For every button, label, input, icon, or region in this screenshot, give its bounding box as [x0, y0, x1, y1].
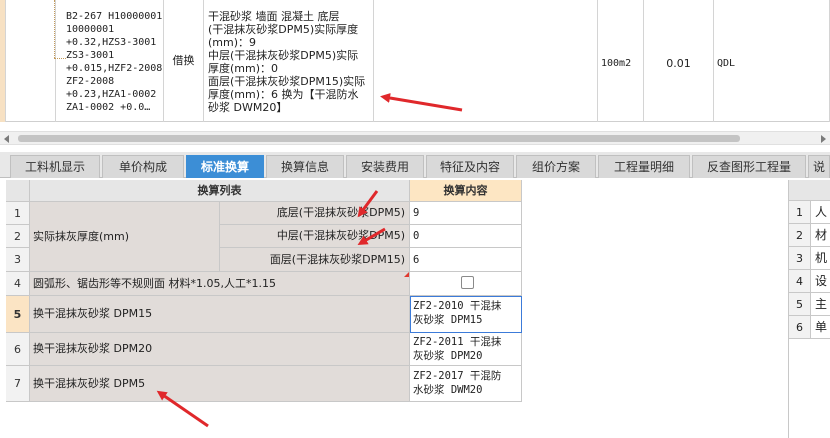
- item-name-cell[interactable]: 干混砂浆 墙面 混凝土 底层 (干混抹灰砂浆DPM5)实际厚度 (mm)：9 中…: [204, 0, 374, 122]
- middle-layer-thickness-input[interactable]: 0: [410, 225, 522, 248]
- tree-line: [54, 0, 55, 58]
- replace-dpm5-value[interactable]: ZF2-2017 干混防 水砂浆 DWM20: [410, 366, 522, 402]
- code-line: ZF2-2008: [66, 76, 115, 87]
- resource-row-label[interactable]: 材: [811, 224, 830, 247]
- row-number[interactable]: 2: [6, 225, 30, 248]
- tab-installation-cost[interactable]: 安装费用: [346, 155, 424, 178]
- horizontal-scrollbar[interactable]: [0, 131, 830, 145]
- name-line: 砂浆 DWM20】: [208, 101, 288, 114]
- tab-conversion-info[interactable]: 换算信息: [266, 155, 344, 178]
- row-number[interactable]: 4: [789, 270, 811, 293]
- conversion-content-header: 换算内容: [410, 180, 522, 202]
- scroll-thumb[interactable]: [18, 135, 740, 142]
- tree-column: [6, 0, 66, 122]
- value-line: 水砂浆 DWM20: [413, 384, 483, 396]
- name-line: 厚度(mm)：6 换为【干混防水: [208, 88, 359, 101]
- resource-row-label[interactable]: 主: [811, 293, 830, 316]
- row-number[interactable]: 3: [789, 247, 811, 270]
- tab-features-content[interactable]: 特征及内容: [426, 155, 514, 178]
- tab-description[interactable]: 说: [808, 155, 830, 178]
- code-line: ZA1-0002 +0.0…: [66, 102, 151, 113]
- code-line: +0.23,HZA1-0002: [66, 89, 157, 100]
- unit-cell[interactable]: 100m2: [598, 0, 644, 122]
- surface-layer-label: 面层(干混抹灰砂浆DPM15): [220, 248, 410, 272]
- replace-dpm20-value[interactable]: ZF2-2011 干混抹 灰砂浆 DPM20: [410, 333, 522, 366]
- quota-item-row[interactable]: B2-267 H10000001 10000001 +0.32,HZS3-300…: [0, 0, 830, 122]
- cell-marker-icon: [404, 272, 409, 277]
- row-number[interactable]: 4: [6, 272, 30, 296]
- code-line: 10000001: [66, 24, 115, 35]
- quantity-cell[interactable]: 0.01: [644, 0, 714, 122]
- tab-pricing-plan[interactable]: 组价方案: [516, 155, 596, 178]
- tab-standard-conversion[interactable]: 标准换算: [186, 155, 264, 178]
- code-line: +0.32,HZS3-3001: [66, 37, 157, 48]
- row-number[interactable]: 1: [789, 201, 811, 224]
- item-type-cell[interactable]: 借换: [164, 0, 204, 122]
- value-line: ZF2-2010 干混抹: [413, 300, 502, 312]
- row-number[interactable]: 1: [6, 202, 30, 225]
- surface-layer-thickness-input[interactable]: 6: [410, 248, 522, 272]
- irregular-surface-cell: [410, 272, 522, 296]
- row-number[interactable]: 2: [789, 224, 811, 247]
- name-line: 厚度(mm)：0: [208, 62, 279, 75]
- bottom-layer-label: 底层(干混抹灰砂浆DPM5): [220, 202, 410, 225]
- conversion-grid: 换算列表 换算内容 1 2 3 4 5 6 7 实际抹灰厚度(mm) 底层(干混…: [6, 180, 522, 402]
- tab-unit-price[interactable]: 单价构成: [102, 155, 184, 178]
- name-line: 面层(干混抹灰砂浆DPM15)实际: [208, 75, 366, 88]
- tab-labor-material-machine[interactable]: 工料机显示: [10, 155, 100, 178]
- tab-quantity-detail[interactable]: 工程量明细: [598, 155, 690, 178]
- thickness-group-label: 实际抹灰厚度(mm): [30, 202, 220, 272]
- row-number[interactable]: 6: [789, 316, 811, 339]
- replace-dpm15-label: 换干混抹灰砂浆 DPM15: [30, 296, 410, 333]
- code-line: ZS3-3001: [66, 50, 115, 61]
- tab-reverse-graphic-quantity[interactable]: 反查图形工程量: [692, 155, 806, 178]
- value-line: 灰砂浆 DPM20: [413, 350, 483, 362]
- detail-tab-bar: 工料机显示 单价构成 标准换算 换算信息 安装费用 特征及内容 组价方案 工程量…: [0, 152, 830, 178]
- resource-panel: 1 人 2 材 3 机 4 设 5 主 6 单: [788, 180, 830, 438]
- resource-row-label[interactable]: 机: [811, 247, 830, 270]
- value-line: ZF2-2011 干混抹: [413, 336, 502, 348]
- row-number[interactable]: 3: [6, 248, 30, 272]
- row-number[interactable]: 7: [6, 366, 30, 402]
- item-code-cell[interactable]: B2-267 H10000001 10000001 +0.32,HZS3-300…: [56, 0, 164, 122]
- row-number[interactable]: 5: [789, 293, 811, 316]
- scroll-right-icon[interactable]: [821, 135, 826, 143]
- resource-panel-header: [789, 180, 830, 201]
- scroll-left-icon[interactable]: [4, 135, 9, 143]
- replace-dpm20-label: 换干混抹灰砂浆 DPM20: [30, 333, 410, 366]
- value-line: ZF2-2017 干混防: [413, 370, 502, 382]
- replace-dpm15-value[interactable]: ZF2-2010 干混抹 灰砂浆 DPM15: [410, 296, 522, 333]
- middle-layer-label: 中层(干混抹灰砂浆DPM5): [220, 225, 410, 248]
- blank-cell[interactable]: [374, 0, 598, 122]
- expression-cell[interactable]: QDL: [714, 0, 830, 122]
- name-line: 干混砂浆 墙面 混凝土 底层: [208, 10, 340, 23]
- irregular-surface-checkbox[interactable]: [461, 276, 474, 289]
- code-line: +0.015,HZF2-2008: [66, 63, 163, 74]
- conversion-list-header: 换算列表: [30, 180, 410, 202]
- row-number[interactable]: 5: [6, 296, 30, 333]
- resource-row-label[interactable]: 设: [811, 270, 830, 293]
- name-line: (干混抹灰砂浆DPM5)实际厚度: [208, 23, 359, 36]
- replace-dpm5-label: 换干混抹灰砂浆 DPM5: [30, 366, 410, 402]
- corner-header: [6, 180, 30, 202]
- irregular-surface-label: 圆弧形、锯齿形等不规则面 材料*1.05,人工*1.15: [30, 272, 410, 296]
- code-line: B2-267 H10000001: [66, 11, 163, 22]
- value-line: 灰砂浆 DPM15: [413, 314, 483, 326]
- bottom-layer-thickness-input[interactable]: 9: [410, 202, 522, 225]
- resource-row-label[interactable]: 单: [811, 316, 830, 339]
- resource-row-label[interactable]: 人: [811, 201, 830, 224]
- name-line: 中层(干混抹灰砂浆DPM5)实际: [208, 49, 359, 62]
- row-number[interactable]: 6: [6, 333, 30, 366]
- name-line: (mm)：9: [208, 36, 257, 49]
